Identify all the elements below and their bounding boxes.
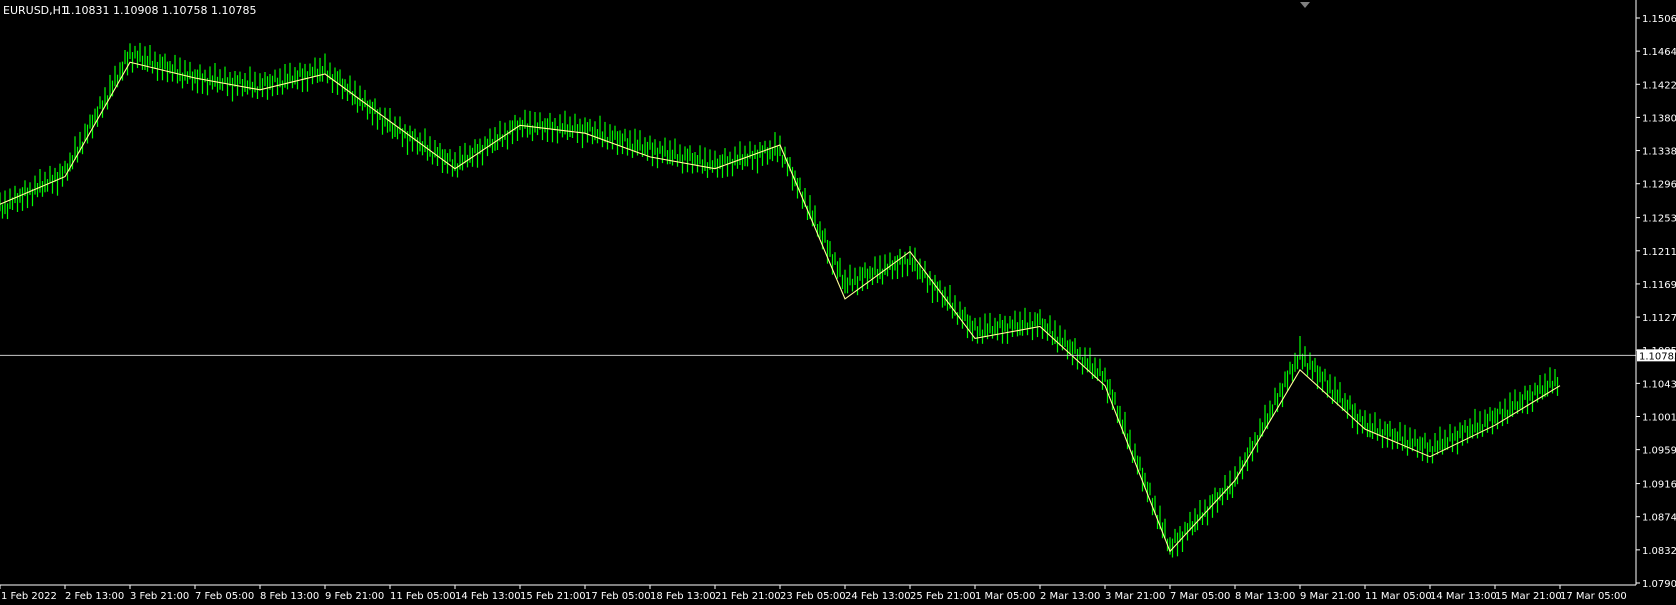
x-tick-label: 17 Mar 05:00 — [1560, 591, 1627, 602]
chart-header-ohlc: 1.10831 1.10908 1.10758 1.10785 — [64, 4, 256, 17]
x-tick-label: 25 Feb 21:00 — [910, 591, 976, 602]
current-price-label: 1.10785 — [1639, 351, 1676, 362]
y-tick-label: 1.12960 — [1642, 180, 1676, 191]
y-tick-label: 1.15060 — [1642, 14, 1676, 25]
x-tick-label: 8 Feb 13:00 — [260, 591, 319, 602]
y-tick-label: 1.07900 — [1642, 579, 1676, 590]
x-tick-label: 1 Mar 05:00 — [975, 591, 1035, 602]
x-tick-label: 15 Feb 21:00 — [520, 591, 586, 602]
chart-header-symbol: EURUSD,H1 — [3, 4, 68, 17]
x-tick-label: 3 Feb 21:00 — [130, 591, 189, 602]
y-tick-label: 1.13380 — [1642, 147, 1676, 158]
y-tick-label: 1.11690 — [1642, 280, 1676, 291]
y-tick-label: 1.08320 — [1642, 546, 1676, 557]
y-tick-label: 1.11270 — [1642, 313, 1676, 324]
y-tick-label: 1.08740 — [1642, 513, 1676, 524]
x-tick-label: 7 Feb 05:00 — [195, 591, 254, 602]
x-tick-label: 14 Mar 13:00 — [1430, 591, 1497, 602]
x-tick-label: 15 Mar 21:00 — [1495, 591, 1562, 602]
x-tick-label: 9 Feb 21:00 — [325, 591, 384, 602]
x-tick-label: 2 Mar 13:00 — [1040, 591, 1100, 602]
chart-background — [0, 0, 1676, 605]
y-tick-label: 1.10010 — [1642, 412, 1676, 423]
x-tick-label: 24 Feb 13:00 — [845, 591, 911, 602]
y-tick-label: 1.12530 — [1642, 214, 1676, 225]
x-tick-label: 9 Mar 21:00 — [1300, 591, 1360, 602]
x-tick-label: 14 Feb 13:00 — [455, 591, 521, 602]
x-tick-label: 11 Mar 05:00 — [1365, 591, 1432, 602]
x-tick-label: 11 Feb 05:00 — [390, 591, 456, 602]
x-tick-label: 18 Feb 13:00 — [650, 591, 716, 602]
y-tick-label: 1.14220 — [1642, 80, 1676, 91]
x-tick-label: 3 Mar 21:00 — [1105, 591, 1165, 602]
y-tick-label: 1.09590 — [1642, 446, 1676, 457]
y-tick-label: 1.14640 — [1642, 47, 1676, 58]
y-tick-label: 1.09160 — [1642, 480, 1676, 491]
price-chart[interactable]: 1.15060 1.14640 1.14220 1.13800 1.13380 1.129… — [0, 0, 1676, 605]
x-tick-label: 23 Feb 05:00 — [780, 591, 846, 602]
x-tick-label: 8 Mar 13:00 — [1235, 591, 1295, 602]
x-tick-label: 2 Feb 13:00 — [65, 591, 124, 602]
y-tick-label: 1.10430 — [1642, 379, 1676, 390]
x-tick-label: 1 Feb 2022 — [1, 591, 57, 602]
y-tick-label: 1.13800 — [1642, 113, 1676, 124]
x-tick-label: 21 Feb 21:00 — [715, 591, 781, 602]
x-tick-label: 7 Mar 05:00 — [1170, 591, 1230, 602]
y-tick-label: 1.12110 — [1642, 247, 1676, 258]
x-tick-label: 17 Feb 05:00 — [585, 591, 651, 602]
